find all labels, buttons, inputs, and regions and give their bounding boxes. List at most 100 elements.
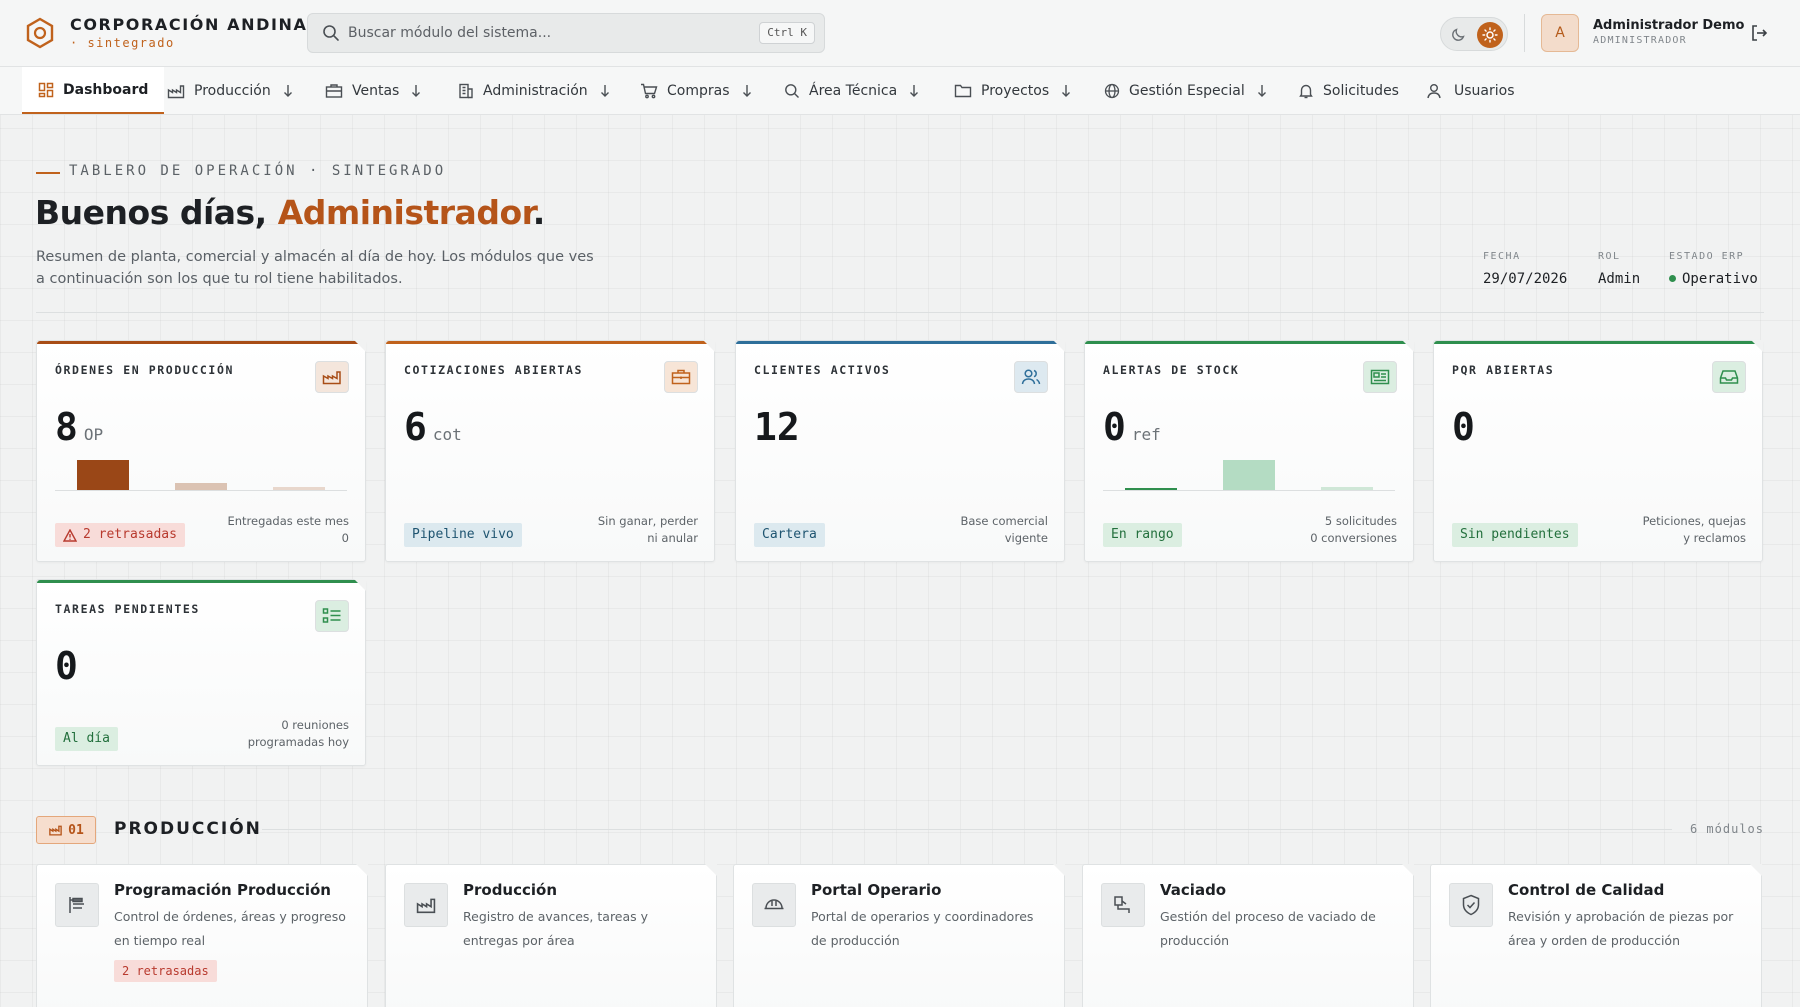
nav-gestion-especial[interactable]: Gestión Especial (1104, 67, 1276, 114)
nav-area-tecnica[interactable]: Área Técnica (784, 67, 928, 114)
chevron-down-icon (411, 84, 430, 98)
stat-card-stock[interactable]: ALERTAS DE STOCK 0 ref En rango 5 solicit… (1084, 340, 1414, 562)
module-name: Control de Calidad (1508, 881, 1665, 899)
section-number: 01 (68, 822, 84, 838)
shield-check-icon (1449, 883, 1493, 927)
inventory-icon (1363, 361, 1397, 393)
status-badge: En rango (1103, 523, 1182, 547)
module-card-calidad[interactable]: Control de Calidad Revisión y aprobación… (1430, 864, 1762, 1007)
module-name: Programación Producción (114, 881, 331, 899)
card-note: 5 solicitudes 0 conversiones (1247, 513, 1397, 547)
section-number-badge: 01 (36, 816, 96, 844)
warning-icon (63, 528, 83, 542)
note-line: 5 solicitudes (1324, 514, 1397, 528)
card-title: COTIZACIONES ABIERTAS (404, 363, 583, 377)
stat-card-pqr[interactable]: PQR ABIERTAS 0 Sin pendientes Peticiones… (1433, 340, 1763, 562)
badge-label: Cartera (762, 527, 817, 542)
badge-label: Al día (63, 731, 110, 746)
avatar[interactable]: A (1541, 14, 1579, 52)
schedule-icon (55, 883, 99, 927)
sun-icon[interactable] (1477, 22, 1503, 48)
brand-logo-icon[interactable] (24, 17, 56, 49)
spark-bar (1321, 487, 1373, 490)
note-line: programadas hoy (247, 735, 349, 749)
badge-label: 2 retrasadas (83, 527, 177, 542)
search-box[interactable]: Ctrl K (307, 13, 825, 53)
meta-fecha: FECHA 29/07/2026 (1483, 251, 1567, 287)
meta-value: 29/07/2026 (1483, 271, 1568, 287)
nav-produccion[interactable]: Producción (167, 67, 302, 114)
card-unit: cot (432, 425, 462, 444)
globe-icon (1104, 83, 1129, 99)
search-icon (784, 83, 809, 99)
nav-ventas[interactable]: Ventas (325, 67, 430, 114)
spark-bar (77, 460, 129, 490)
card-note: Entregadas este mes 0 (199, 513, 349, 547)
card-sparkline (55, 457, 347, 491)
briefcase-icon (325, 83, 352, 99)
note-line: Entregadas este mes (227, 514, 349, 528)
theme-toggle[interactable] (1440, 17, 1508, 51)
note-line: 0 conversiones (1310, 531, 1397, 545)
brand-name: CORPORACIÓN ANDINA (70, 15, 308, 34)
hero-divider (36, 312, 1764, 313)
card-value-number: 8 (55, 405, 78, 449)
stat-card-tareas[interactable]: TAREAS PENDIENTES 0 Al día 0 reuniones pr… (36, 579, 366, 766)
nav-label: Usuarios (1454, 82, 1515, 99)
user-icon (1427, 83, 1454, 99)
card-value-number: 0 (1452, 405, 1475, 449)
spark-bar (273, 487, 325, 490)
nav-label: Solicitudes (1323, 82, 1399, 99)
module-name: Producción (463, 881, 558, 899)
card-value: 0 (1452, 405, 1481, 449)
pour-icon (1101, 883, 1145, 927)
nav-usuarios[interactable]: Usuarios (1427, 67, 1515, 114)
nav-administracion[interactable]: Administración (458, 67, 619, 114)
page-title: Buenos días, Administrador. (35, 193, 545, 232)
stat-card-clientes[interactable]: CLIENTES ACTIVOS 12 Cartera Base comerci… (735, 340, 1065, 562)
nav-dashboard[interactable]: Dashboard (22, 67, 165, 114)
nav-compras[interactable]: Compras (640, 67, 761, 114)
module-name: Vaciado (1160, 881, 1227, 899)
section-count: 6 módulos (1689, 822, 1764, 836)
dashboard-icon (38, 82, 63, 98)
page-eyebrow: TABLERO DE OPERACIÓN · SINTEGRADO (69, 163, 447, 179)
nav-label: Área Técnica (809, 82, 898, 99)
card-note: Sin ganar, perder ni anular (548, 513, 698, 547)
card-unit: OP (83, 425, 104, 444)
status-badge: Cartera (754, 523, 825, 547)
nav-proyectos[interactable]: Proyectos (954, 67, 1080, 114)
card-value-number: 0 (55, 644, 78, 688)
moon-icon[interactable] (1451, 26, 1467, 42)
folder-icon (954, 83, 981, 99)
chevron-down-icon (283, 84, 302, 98)
status-badge: Al día (55, 727, 118, 751)
status-badge: 2 retrasadas (55, 523, 185, 547)
meta-value: Operativo (1669, 271, 1758, 287)
users-icon (1014, 361, 1048, 393)
card-accent (1434, 341, 1762, 344)
logout-icon[interactable] (1749, 23, 1769, 43)
stat-card-cotizaciones[interactable]: COTIZACIONES ABIERTAS 6 cot Pipeline vivo… (385, 340, 715, 562)
module-card-produccion[interactable]: Producción Registro de avances, tareas y… (385, 864, 717, 1007)
module-card-portal-operario[interactable]: Portal Operario Portal de operarios y co… (733, 864, 1065, 1007)
nav-label: Proyectos (981, 82, 1050, 99)
nav-solicitudes[interactable]: Solicitudes (1298, 67, 1399, 114)
card-unit: ref (1131, 425, 1161, 444)
card-accent (736, 341, 1064, 344)
stat-card-ordenes[interactable]: ÓRDENES EN PRODUCCIÓN 8 OP 2 retrasadas E… (36, 340, 366, 562)
module-card-vaciado[interactable]: Vaciado Gestión del proceso de vaciado d… (1082, 864, 1414, 1007)
chevron-down-icon (742, 84, 761, 98)
search-input[interactable] (348, 14, 728, 52)
module-card-programacion[interactable]: Programación Producción Control de órden… (36, 864, 368, 1007)
spark-bar (1223, 460, 1275, 490)
card-value: 0 ref (1103, 405, 1161, 449)
factory-icon (404, 883, 448, 927)
chevron-down-icon (909, 84, 928, 98)
card-value: 0 (55, 644, 84, 688)
card-accent (37, 580, 365, 583)
note-line: 0 (341, 531, 349, 545)
card-value: 6 cot (404, 405, 462, 449)
note-line: Sin ganar, perder (597, 514, 698, 528)
module-description: Revisión y aprobación de piezas por área… (1508, 909, 1734, 948)
